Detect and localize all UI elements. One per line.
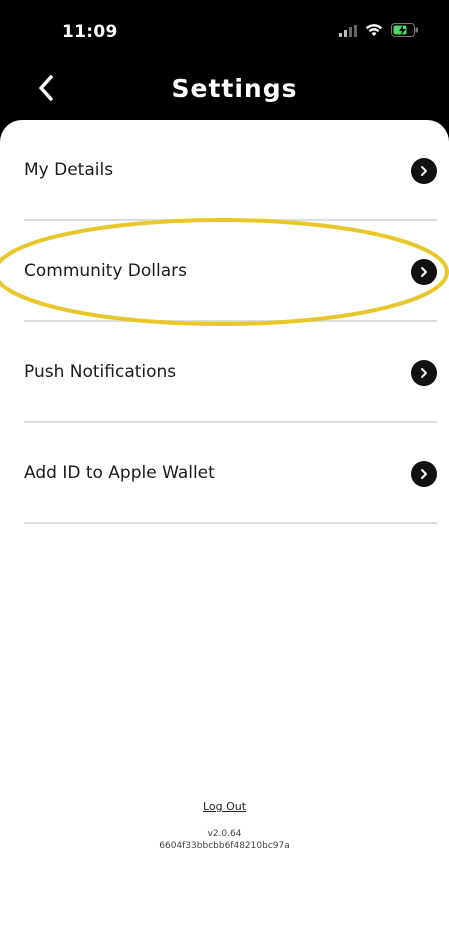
chevron-right-icon <box>411 360 437 386</box>
version-info: v2.0.64 6604f33bbcbb6f48210bc97a <box>0 828 449 852</box>
menu-item-label: My Details <box>24 160 114 180</box>
cellular-signal-icon <box>339 22 357 41</box>
settings-screen: 11:09 Settings My Details Community Doll… <box>0 0 449 937</box>
menu-item-push-notifications[interactable]: Push Notifications <box>0 322 449 423</box>
wifi-icon <box>365 22 383 41</box>
page-title: Settings <box>171 74 298 103</box>
menu-item-add-id-to-apple-wallet[interactable]: Add ID to Apple Wallet <box>0 423 449 524</box>
menu-item-label: Push Notifications <box>24 362 177 382</box>
footer: Log Out v2.0.64 6604f33bbcbb6f48210bc97a <box>0 795 449 852</box>
chevron-right-icon <box>411 158 437 184</box>
status-icons <box>339 22 419 41</box>
menu-item-my-details[interactable]: My Details <box>0 120 449 221</box>
settings-menu: My Details Community Dollars Push Notifi… <box>0 120 449 524</box>
menu-item-label: Community Dollars <box>24 261 187 281</box>
logout-link[interactable]: Log Out <box>203 800 246 813</box>
version-number: v2.0.64 <box>207 829 242 839</box>
menu-item-label: Add ID to Apple Wallet <box>24 463 215 483</box>
status-time: 11:09 <box>62 22 118 42</box>
divider <box>24 522 437 524</box>
menu-item-community-dollars[interactable]: Community Dollars <box>0 221 449 322</box>
status-bar: 11:09 <box>0 0 449 60</box>
chevron-right-icon <box>411 461 437 487</box>
chevron-right-icon <box>411 259 437 285</box>
build-hash: 6604f33bbcbb6f48210bc97a <box>159 841 290 851</box>
settings-content: My Details Community Dollars Push Notifi… <box>0 120 449 937</box>
battery-charging-icon <box>391 22 419 41</box>
